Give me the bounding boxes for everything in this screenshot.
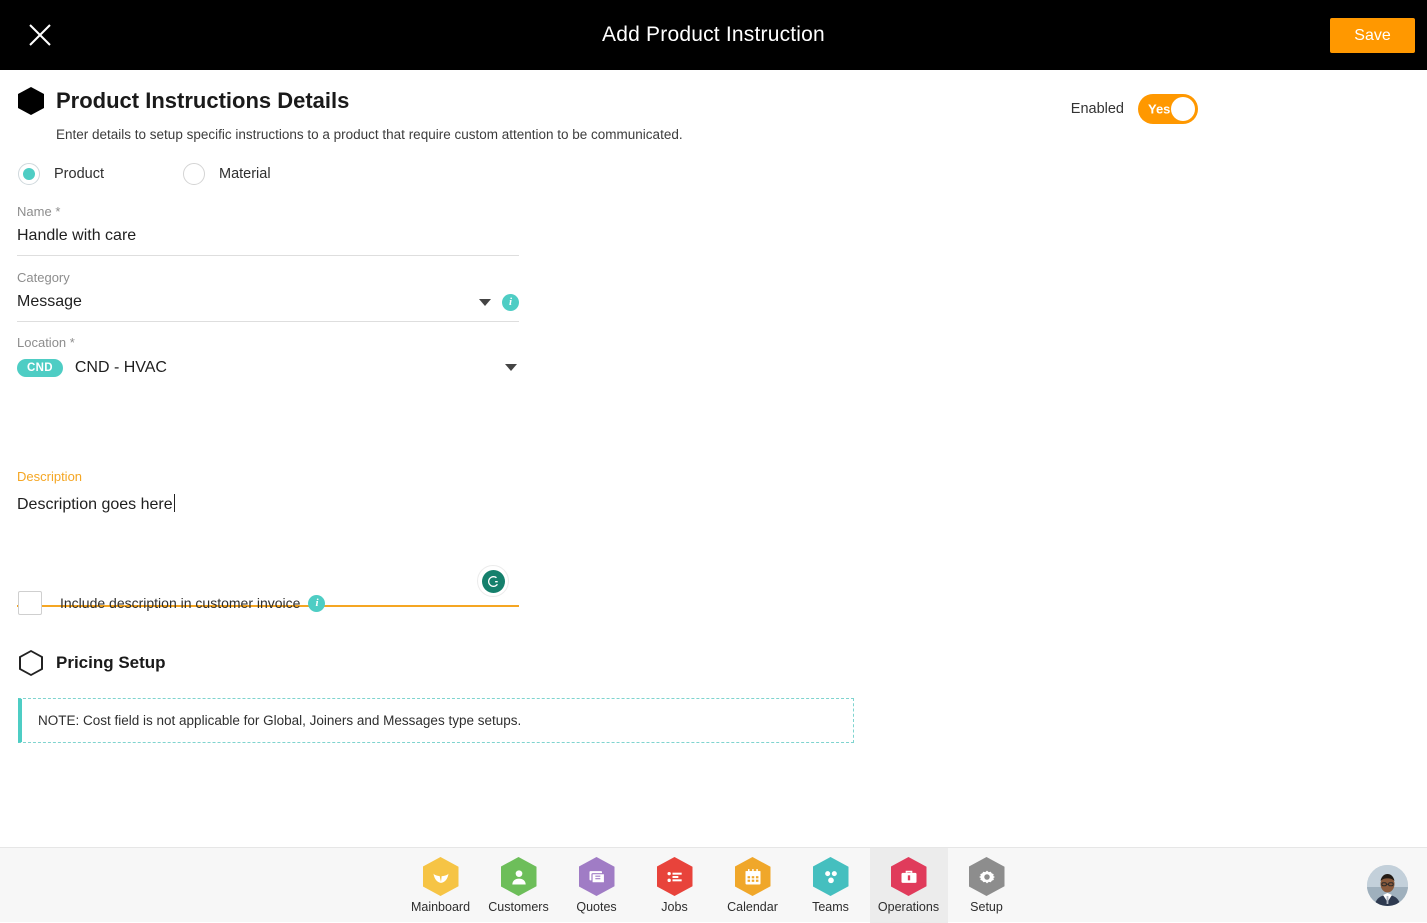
name-value: Handle with care [17, 227, 136, 245]
enabled-toggle[interactable]: Yes [1138, 94, 1198, 124]
field-name: Name * Handle with care [17, 204, 519, 256]
type-radio-group: Product Material [18, 163, 271, 185]
description-value: Description goes here [17, 496, 173, 513]
radio-circle-icon [183, 163, 205, 185]
category-label: Category [17, 270, 519, 285]
location-chip: CND [17, 359, 63, 377]
location-select[interactable]: CND CND - HVAC [17, 357, 519, 387]
calendar-icon [735, 857, 771, 896]
name-label-text: Name [17, 204, 52, 219]
main-content: Product Instructions Details Enter detai… [0, 70, 1427, 847]
note-text: NOTE: Cost field is not applicable for G… [38, 713, 521, 728]
grammarly-badge [482, 570, 505, 593]
category-select[interactable]: Message i [17, 292, 519, 322]
nav-label: Calendar [727, 900, 778, 914]
radio-product-label: Product [54, 166, 104, 182]
nav-item-mainboard[interactable]: Mainboard [402, 848, 480, 923]
nav-item-jobs[interactable]: Jobs [636, 848, 714, 923]
enabled-toggle-group: Enabled Yes [1071, 94, 1198, 124]
grammarly-icon[interactable] [477, 565, 509, 597]
toggle-knob [1171, 97, 1195, 121]
nav-items: Mainboard Customers Quotes [402, 848, 1026, 923]
nav-label: Mainboard [411, 900, 470, 914]
invoice-checkbox-row: Include description in customer invoice … [18, 591, 325, 615]
radio-material-label: Material [219, 166, 271, 182]
hexagon-filled-icon [18, 87, 44, 115]
hexagon-outline-icon [19, 650, 43, 676]
nav-label: Setup [970, 900, 1003, 914]
include-description-checkbox[interactable] [18, 591, 42, 615]
quotes-icon [579, 857, 615, 896]
field-description: Description Description goes here [17, 469, 519, 607]
nav-item-quotes[interactable]: Quotes [558, 848, 636, 923]
invoice-info-icon[interactable]: i [308, 595, 325, 612]
description-textarea[interactable]: Description goes here [17, 494, 175, 514]
section-title: Product Instructions Details [56, 88, 349, 114]
name-required-marker: * [55, 204, 60, 219]
location-label-text: Location [17, 335, 66, 350]
top-bar: Add Product Instruction Save [0, 0, 1427, 70]
setup-icon [969, 857, 1005, 896]
chevron-down-icon[interactable] [505, 364, 517, 371]
category-value: Message [17, 293, 82, 311]
description-label: Description [17, 469, 519, 484]
nav-item-operations[interactable]: Operations [870, 848, 948, 923]
text-cursor [174, 494, 175, 512]
nav-label: Teams [812, 900, 849, 914]
nav-label: Quotes [576, 900, 616, 914]
pricing-setup-header: Pricing Setup [19, 650, 166, 676]
name-input[interactable]: Handle with care [17, 226, 519, 256]
nav-label: Customers [488, 900, 548, 914]
nav-item-customers[interactable]: Customers [480, 848, 558, 923]
field-location: Location * CND CND - HVAC [17, 335, 519, 387]
radio-dot-icon [23, 168, 35, 180]
jobs-icon [657, 857, 693, 896]
section-header: Product Instructions Details [18, 87, 349, 115]
save-button[interactable]: Save [1330, 18, 1415, 53]
note-banner: NOTE: Cost field is not applicable for G… [18, 698, 854, 743]
chevron-down-icon[interactable] [479, 299, 491, 306]
category-label-text: Category [17, 270, 70, 285]
operations-icon [891, 857, 927, 896]
nav-label: Operations [878, 900, 939, 914]
bottom-navigation-bar: Mainboard Customers Quotes [0, 847, 1427, 922]
radio-circle-icon [18, 163, 40, 185]
category-info-icon[interactable]: i [502, 294, 519, 311]
location-label: Location * [17, 335, 519, 350]
customers-icon [501, 857, 537, 896]
location-value: CND - HVAC [75, 359, 167, 377]
nav-label: Jobs [661, 900, 687, 914]
name-label: Name * [17, 204, 519, 219]
page-title: Add Product Instruction [0, 0, 1427, 70]
pricing-setup-title: Pricing Setup [56, 653, 166, 673]
location-required-marker: * [70, 335, 75, 350]
enabled-label: Enabled [1071, 101, 1124, 117]
section-subtitle: Enter details to setup specific instruct… [56, 127, 683, 142]
radio-product[interactable]: Product [18, 163, 104, 185]
radio-material[interactable]: Material [183, 163, 271, 185]
toggle-value: Yes [1148, 102, 1170, 117]
teams-icon [813, 857, 849, 896]
nav-item-calendar[interactable]: Calendar [714, 848, 792, 923]
include-description-label: Include description in customer invoice [60, 595, 300, 611]
mainboard-icon [423, 857, 459, 896]
nav-item-teams[interactable]: Teams [792, 848, 870, 923]
nav-item-setup[interactable]: Setup [948, 848, 1026, 923]
user-avatar[interactable] [1367, 865, 1408, 906]
field-category: Category Message i [17, 270, 519, 322]
